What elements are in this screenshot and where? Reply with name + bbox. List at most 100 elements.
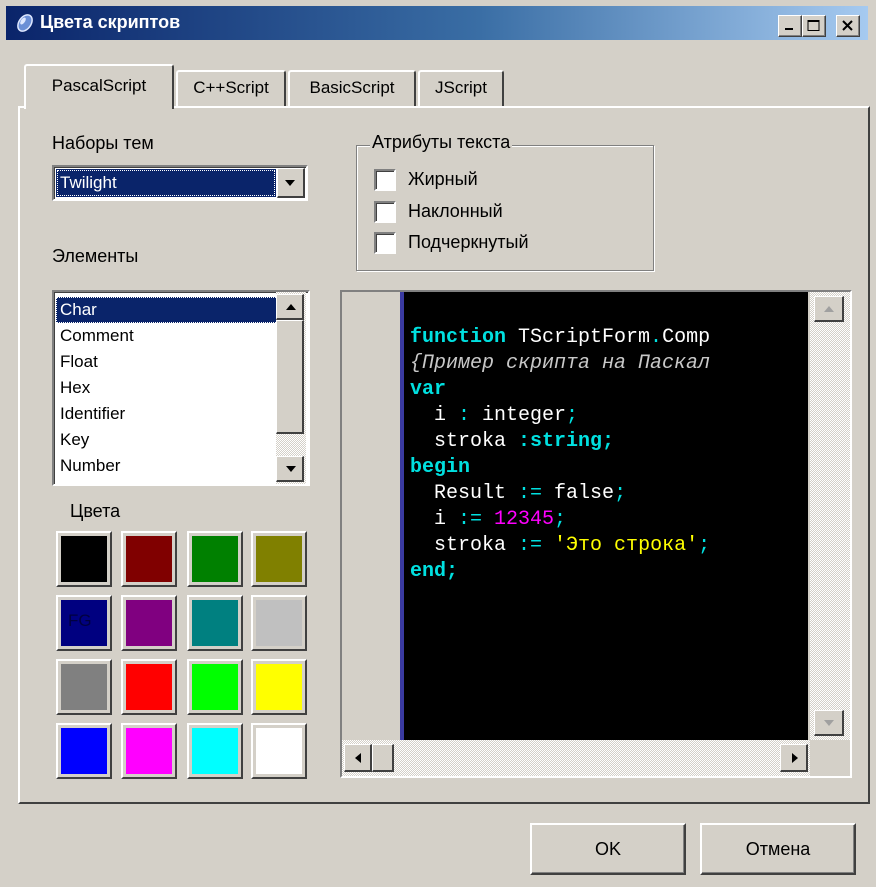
- code-token: :: [458, 404, 471, 427]
- list-item-float[interactable]: Float: [56, 349, 278, 375]
- foreground-marker: FG: [68, 611, 92, 630]
- color-swatch[interactable]: [121, 595, 177, 651]
- code-line: end;: [410, 559, 458, 585]
- code-line: function TScriptForm.Comp: [410, 325, 710, 351]
- code-token: i: [410, 404, 459, 427]
- code-token: ;: [554, 508, 567, 531]
- ok-button[interactable]: OK: [530, 823, 686, 875]
- bold-checkbox[interactable]: [374, 169, 396, 191]
- maximize-button[interactable]: [802, 15, 826, 37]
- code-preview[interactable]: function TScriptForm.Comp {Пример скрипта…: [340, 290, 852, 778]
- minimize-icon: [785, 28, 793, 30]
- code-token: Result: [410, 482, 519, 505]
- tab-basicscript[interactable]: BasicScript: [288, 70, 416, 106]
- underline-checkbox[interactable]: [374, 232, 396, 254]
- color-swatch[interactable]: [121, 723, 177, 779]
- color-swatch-fill: [192, 664, 238, 710]
- code-vertical-scrollbar[interactable]: [810, 292, 850, 740]
- code-token: end;: [410, 560, 459, 583]
- theme-select[interactable]: Twilight: [52, 165, 308, 201]
- list-item-char[interactable]: Char: [56, 297, 278, 323]
- code-line: begin: [410, 455, 470, 481]
- code-token: 12345: [482, 508, 555, 531]
- list-item-number[interactable]: Number: [56, 453, 278, 479]
- color-swatch-fill: [256, 664, 302, 710]
- color-swatch[interactable]: [121, 531, 177, 587]
- color-swatch[interactable]: [251, 723, 307, 779]
- code-token: i: [410, 508, 459, 531]
- cancel-button[interactable]: Отмена: [700, 823, 856, 875]
- code-token: function: [410, 326, 507, 349]
- code-token: :=: [458, 508, 483, 531]
- color-swatch[interactable]: [187, 531, 243, 587]
- elements-scrollbar[interactable]: [276, 292, 306, 484]
- list-item-identifier[interactable]: Identifier: [56, 401, 278, 427]
- title-bar[interactable]: Цвета скриптов: [6, 6, 868, 40]
- code-scroll-right-button[interactable]: [780, 744, 808, 772]
- minimize-button[interactable]: [778, 15, 802, 37]
- color-swatch-fill: [126, 600, 172, 646]
- close-icon: [842, 20, 853, 31]
- color-swatch-fill: [256, 600, 302, 646]
- color-swatch[interactable]: [56, 723, 112, 779]
- color-swatch[interactable]: [187, 723, 243, 779]
- list-item-comment[interactable]: Comment: [56, 323, 278, 349]
- theme-dropdown-button[interactable]: [277, 168, 305, 198]
- close-button[interactable]: [836, 15, 860, 37]
- code-token: var: [410, 378, 447, 401]
- code-line: i : integer;: [410, 403, 578, 429]
- code-scroll-down-button[interactable]: [814, 710, 844, 736]
- code-token: stroka: [410, 534, 519, 557]
- bold-label: Жирный: [408, 169, 478, 189]
- color-swatch[interactable]: [187, 659, 243, 715]
- color-swatch-fill: [192, 728, 238, 774]
- color-swatch-fill: [192, 536, 238, 582]
- code-scroll-up-button[interactable]: [814, 296, 844, 322]
- list-item-key[interactable]: Key: [56, 427, 278, 453]
- code-token: integer: [470, 404, 567, 427]
- color-swatch[interactable]: [187, 595, 243, 651]
- code-token: TScriptForm: [506, 326, 651, 349]
- code-line: i := 12345;: [410, 507, 566, 533]
- theme-select-value: Twilight: [56, 169, 276, 197]
- color-swatch-fill: [126, 664, 172, 710]
- tab-jscript[interactable]: JScript: [418, 70, 504, 106]
- code-area[interactable]: function TScriptForm.Comp {Пример скрипта…: [404, 292, 808, 740]
- line-gutter: [342, 292, 400, 740]
- code-horizontal-scrollbar[interactable]: [342, 740, 810, 776]
- tab-cppscript[interactable]: C++Script: [176, 70, 286, 106]
- code-token: :=: [518, 482, 543, 505]
- elements-scroll-up-button[interactable]: [276, 294, 304, 320]
- elements-scroll-thumb[interactable]: [276, 320, 304, 434]
- arrow-right-icon: [792, 753, 798, 763]
- list-item-hex[interactable]: Hex: [56, 375, 278, 401]
- italic-checkbox[interactable]: [374, 201, 396, 223]
- color-swatch-fill: [61, 664, 107, 710]
- code-token: 'Это строка': [542, 534, 699, 557]
- color-swatch[interactable]: [121, 659, 177, 715]
- color-swatch-fill: [61, 728, 107, 774]
- color-swatch[interactable]: FG: [56, 595, 112, 651]
- color-swatch-fill: [256, 536, 302, 582]
- code-token: ;: [566, 404, 579, 427]
- window-title: Цвета скриптов: [40, 12, 181, 32]
- color-swatch[interactable]: [251, 595, 307, 651]
- tab-pascalscript[interactable]: PascalScript: [24, 64, 174, 109]
- code-scroll-thumb[interactable]: [372, 744, 394, 772]
- text-attributes-title: Атрибуты текста: [370, 132, 513, 153]
- color-swatch[interactable]: [56, 659, 112, 715]
- arrow-down-icon: [824, 720, 834, 726]
- code-line: {Пример скрипта на Паскал: [410, 351, 710, 377]
- code-token: :string;: [518, 430, 615, 453]
- chevron-down-icon: [285, 180, 295, 186]
- dialog-window: Цвета скриптов PascalScript C++Script Ba…: [0, 0, 876, 887]
- scrollbar-corner: [810, 740, 850, 776]
- color-swatch[interactable]: [251, 659, 307, 715]
- color-swatch[interactable]: [56, 531, 112, 587]
- code-scroll-left-button[interactable]: [344, 744, 372, 772]
- elements-list[interactable]: Char Comment Float Hex Identifier Key Nu…: [52, 290, 310, 486]
- code-token: .: [650, 326, 663, 349]
- code-line: stroka := 'Это строка';: [410, 533, 710, 559]
- elements-scroll-down-button[interactable]: [276, 456, 304, 482]
- color-swatch[interactable]: [251, 531, 307, 587]
